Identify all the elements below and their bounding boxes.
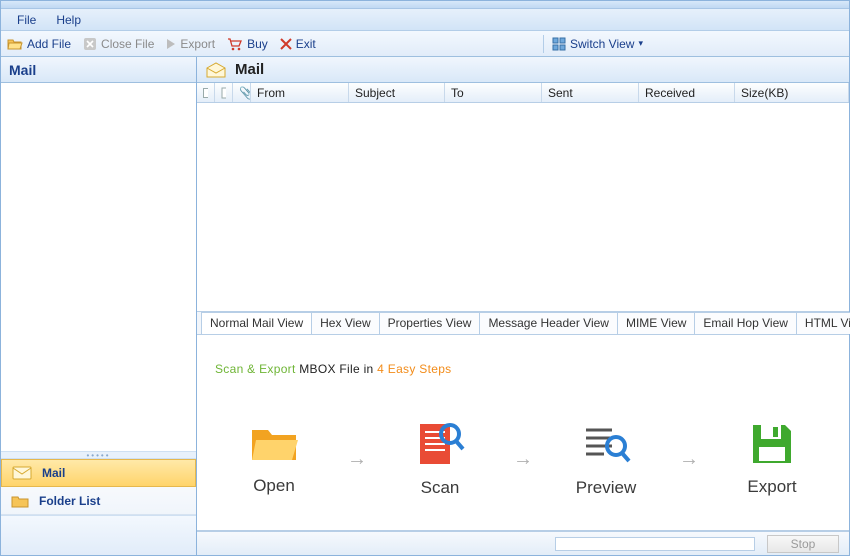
add-file-button[interactable]: Add File: [1, 37, 77, 51]
col-sent[interactable]: Sent: [542, 83, 639, 102]
menu-file[interactable]: File: [7, 11, 46, 29]
sidebar: Mail ••••• Mail Folder List: [1, 57, 197, 555]
preview-pane: Scan & Export MBOX File in 4 Easy Steps …: [197, 335, 849, 531]
titlebar: [1, 1, 849, 9]
document-search-icon: [414, 420, 466, 468]
menu-help[interactable]: Help: [46, 11, 91, 29]
folder-tree[interactable]: [1, 83, 196, 451]
export-button: Export: [160, 37, 221, 51]
col-subject[interactable]: Subject: [349, 83, 445, 102]
col-checkbox[interactable]: [197, 83, 215, 102]
nav-mail[interactable]: Mail: [1, 459, 196, 487]
envelope-icon: [12, 466, 32, 480]
sidebar-title: Mail: [1, 57, 196, 83]
preview-heading: Scan & Export MBOX File in 4 Easy Steps: [215, 349, 831, 380]
mail-panel-title: Mail: [235, 61, 264, 78]
x-icon: [280, 38, 292, 50]
tab-hex[interactable]: Hex View: [311, 312, 379, 334]
arrow-icon: →: [679, 448, 699, 471]
step-scan: Scan: [395, 420, 485, 498]
close-square-icon: [83, 37, 97, 51]
tab-properties[interactable]: Properties View: [379, 312, 481, 334]
folder-icon: [11, 494, 29, 508]
exit-button[interactable]: Exit: [274, 37, 322, 51]
nav-folder-list[interactable]: Folder List: [1, 487, 196, 515]
cart-icon: [227, 37, 243, 51]
buy-button[interactable]: Buy: [221, 37, 274, 51]
menubar: File Help: [1, 9, 849, 31]
message-list[interactable]: [197, 103, 849, 311]
arrow-icon: →: [513, 448, 533, 471]
col-from[interactable]: From: [251, 83, 349, 102]
step-open: Open: [229, 422, 319, 496]
grid-icon: [552, 37, 566, 51]
toolbar: Add File Close File Export Buy Exit Swit…: [1, 31, 849, 57]
folder-open-large-icon: [248, 422, 300, 466]
status-bar: Stop: [197, 531, 849, 555]
tab-email-hop[interactable]: Email Hop View: [694, 312, 796, 334]
col-size[interactable]: Size(KB): [735, 83, 849, 102]
arrow-icon: →: [347, 448, 367, 471]
chevron-down-icon: ▾: [638, 38, 643, 49]
progress-bar: [555, 537, 755, 551]
tab-normal-mail[interactable]: Normal Mail View: [201, 312, 312, 334]
col-to[interactable]: To: [445, 83, 542, 102]
step-preview: Preview: [561, 420, 651, 498]
tab-mime[interactable]: MIME View: [617, 312, 695, 334]
paperclip-icon: 📎: [239, 86, 251, 100]
play-icon: [166, 38, 176, 50]
step-export: Export: [727, 421, 817, 497]
column-headers: 📎 From Subject To Sent Received Size(KB): [197, 83, 849, 103]
list-search-icon: [580, 420, 632, 468]
tab-html[interactable]: HTML View: [796, 312, 850, 334]
switch-view-button[interactable]: Switch View ▾: [546, 37, 649, 51]
mail-panel-header: Mail: [197, 57, 849, 83]
col-received[interactable]: Received: [639, 83, 735, 102]
stop-button: Stop: [767, 535, 839, 553]
splitter-gripper[interactable]: •••••: [1, 451, 196, 459]
envelope-open-icon: [205, 61, 227, 79]
close-file-button: Close File: [77, 37, 160, 51]
col-attachment[interactable]: 📎: [233, 83, 251, 102]
save-icon: [749, 421, 795, 467]
preview-tabs: Normal Mail View Hex View Properties Vie…: [197, 311, 849, 335]
folder-open-icon: [7, 37, 23, 51]
col-icon[interactable]: [215, 83, 233, 102]
tab-message-header[interactable]: Message Header View: [479, 312, 618, 334]
